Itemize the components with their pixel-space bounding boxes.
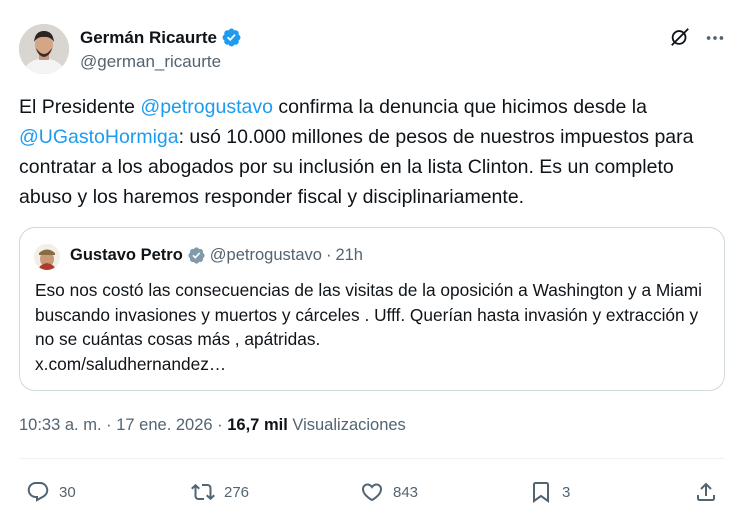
quote-avatar[interactable]: [34, 244, 60, 270]
tweet-text-part: El Presidente: [19, 96, 141, 118]
author-avatar[interactable]: [19, 24, 69, 74]
verified-badge-icon: [222, 28, 241, 47]
like-icon: [361, 483, 383, 502]
tweet-date[interactable]: 17 ene. 2026: [116, 416, 212, 434]
quote-link[interactable]: x.com/saludhernandez…: [35, 354, 226, 374]
tweet-time[interactable]: 10:33 a. m.: [19, 416, 102, 434]
views-count: 16,7 mil: [227, 416, 288, 434]
separator-dot: ·: [101, 416, 117, 434]
quote-body: Eso nos costó las consecuencias de las v…: [35, 280, 702, 349]
separator-dot: ·: [325, 246, 332, 264]
tweet-text: El Presidente @petrogustavo confirma la …: [19, 92, 719, 212]
quote-timestamp[interactable]: 21h: [335, 246, 363, 265]
mention-link[interactable]: @UGastoHormiga: [19, 126, 179, 148]
quote-text: Eso nos costó las consecuencias de las v…: [35, 278, 715, 376]
reply-icon: [27, 482, 49, 502]
tweet-meta: 10:33 a. m. · 17 ene. 2026 · 16,7 mil Vi…: [19, 416, 406, 435]
verified-badge-icon: [188, 247, 205, 264]
quote-author-name[interactable]: Gustavo Petro: [70, 246, 183, 265]
reply-button[interactable]: 30: [26, 480, 76, 504]
quoted-tweet[interactable]: Gustavo Petro @petrogustavo · 21h Eso no…: [19, 227, 725, 391]
like-count: 843: [393, 483, 419, 501]
mention-link[interactable]: @petrogustavo: [140, 96, 273, 118]
bookmark-button[interactable]: 3: [529, 480, 570, 504]
bookmark-count: 3: [562, 483, 571, 501]
retweet-count: 276: [224, 483, 250, 501]
retweet-button[interactable]: 276: [191, 480, 249, 504]
author-name[interactable]: Germán Ricaurte: [80, 28, 217, 48]
quote-header: Gustavo Petro @petrogustavo · 21h: [70, 246, 363, 265]
author-handle[interactable]: @german_ricaurte: [80, 52, 221, 72]
separator-dot: ·: [212, 416, 228, 434]
share-button[interactable]: [694, 480, 718, 504]
more-icon[interactable]: [704, 27, 726, 49]
divider: [19, 458, 725, 459]
share-icon: [697, 482, 715, 501]
reply-count: 30: [59, 483, 76, 501]
author-name-row[interactable]: Germán Ricaurte: [80, 27, 242, 48]
views-label: Visualizaciones: [287, 416, 406, 434]
quote-author-handle[interactable]: @petrogustavo: [210, 246, 322, 265]
like-button[interactable]: 843: [360, 480, 418, 504]
bookmark-icon: [533, 482, 549, 503]
grok-icon[interactable]: [669, 26, 691, 48]
tweet-text-part: confirma la denuncia que hicimos desde l…: [272, 96, 647, 118]
retweet-icon: [191, 483, 215, 501]
